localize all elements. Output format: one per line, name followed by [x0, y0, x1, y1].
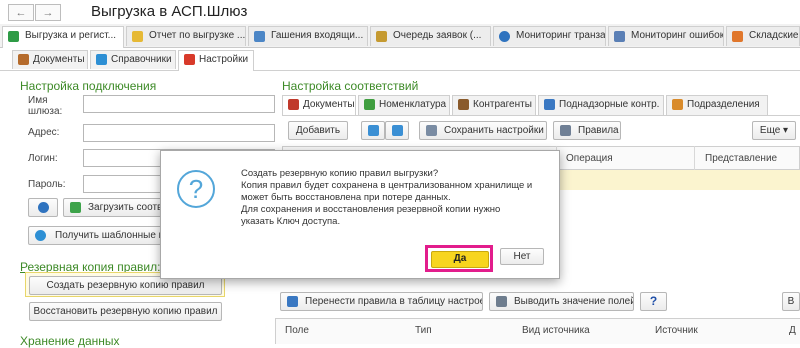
no-button[interactable]: Нет [500, 248, 544, 265]
dialog-message-line: указать Ключ доступа. [241, 216, 341, 227]
dialog-message: Создать резервную копию правил выгрузки?… [241, 168, 541, 228]
yes-button-highlight: Да [425, 245, 493, 272]
question-icon: ? [177, 170, 215, 208]
dialog-message-line: Для сохранения и восстановления резервно… [241, 204, 501, 215]
yes-button[interactable]: Да [431, 251, 489, 268]
dialog-message-line: Копия правил будет сохранена в централиз… [241, 180, 533, 191]
dialog-message-line: может быть восстановлена при потере данн… [241, 192, 451, 203]
dialog-message-line: Создать резервную копию правил выгрузки? [241, 168, 439, 179]
backup-confirm-dialog: ? Создать резервную копию правил выгрузк… [160, 150, 560, 279]
